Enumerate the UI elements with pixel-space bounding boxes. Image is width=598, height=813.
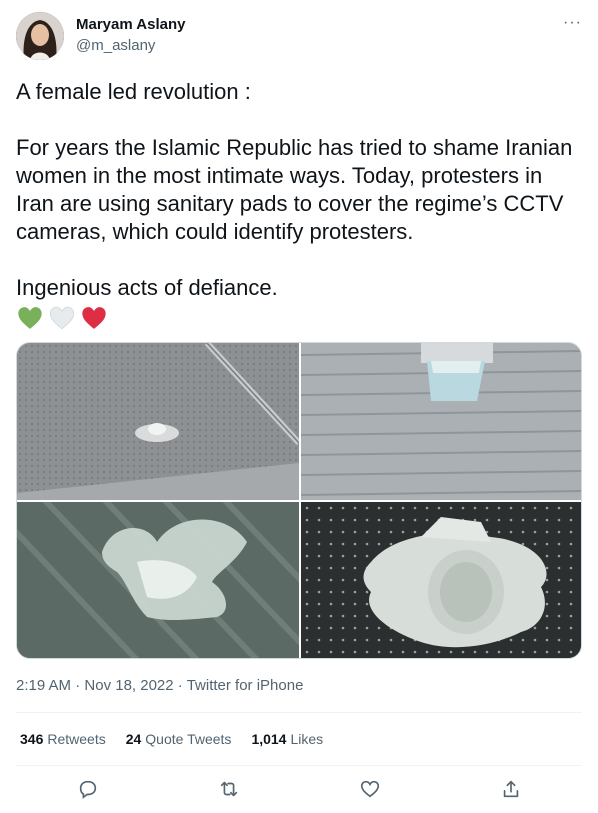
white-heart-icon — [49, 306, 75, 330]
photo-2[interactable] — [301, 343, 581, 500]
likes-label: Likes — [290, 731, 324, 747]
photo-4[interactable] — [301, 502, 581, 658]
reply-icon[interactable] — [77, 778, 99, 800]
divider — [16, 712, 582, 713]
tweet-time[interactable]: 2:19 AM — [16, 677, 71, 694]
red-heart-icon — [82, 307, 106, 329]
photo-3[interactable] — [17, 502, 299, 658]
divider — [16, 765, 582, 766]
tweet-stats: 346 Retweets 24 Quote Tweets 1,014 Likes — [20, 731, 323, 747]
retweets-stat[interactable]: 346 Retweets — [20, 731, 106, 747]
tweet-source[interactable]: Twitter for iPhone — [187, 677, 304, 694]
photo-1[interactable] — [17, 343, 299, 500]
share-icon[interactable] — [500, 778, 522, 800]
retweets-label: Retweets — [47, 731, 106, 747]
likes-stat[interactable]: 1,014 Likes — [251, 731, 323, 747]
tweet-paragraph-2: For years the Islamic Republic has tried… — [16, 135, 579, 244]
author-handle[interactable]: @m_aslany — [76, 37, 155, 54]
quote-tweets-count: 24 — [125, 731, 142, 747]
quote-tweets-label: Quote Tweets — [145, 731, 232, 747]
meta-separator: · — [71, 677, 85, 694]
retweets-count: 346 — [20, 731, 44, 747]
tweet-date[interactable]: Nov 18, 2022 — [84, 677, 173, 694]
tweet-line-1: A female led revolution : — [16, 79, 251, 104]
quote-tweets-stat[interactable]: 24 Quote Tweets — [126, 731, 232, 747]
likes-count: 1,014 — [251, 731, 287, 747]
author-name[interactable]: Maryam Aslany — [76, 16, 186, 33]
tweet-header: Maryam Aslany @m_aslany ··· — [16, 12, 582, 60]
meta-separator: · — [173, 677, 187, 694]
retweet-icon[interactable] — [218, 778, 240, 800]
tweet-text: A female led revolution : For years the … — [16, 78, 586, 332]
heart-emojis — [16, 304, 586, 332]
media-grid — [16, 342, 582, 659]
action-bar — [16, 768, 582, 812]
more-options-icon[interactable]: ··· — [563, 14, 582, 32]
like-icon[interactable] — [359, 778, 381, 800]
tweet-line-3: Ingenious acts of defiance. — [16, 275, 278, 300]
tweet-meta: 2:19 AM · Nov 18, 2022 · Twitter for iPh… — [16, 677, 303, 694]
green-heart-icon — [18, 307, 42, 329]
avatar[interactable] — [16, 12, 64, 60]
